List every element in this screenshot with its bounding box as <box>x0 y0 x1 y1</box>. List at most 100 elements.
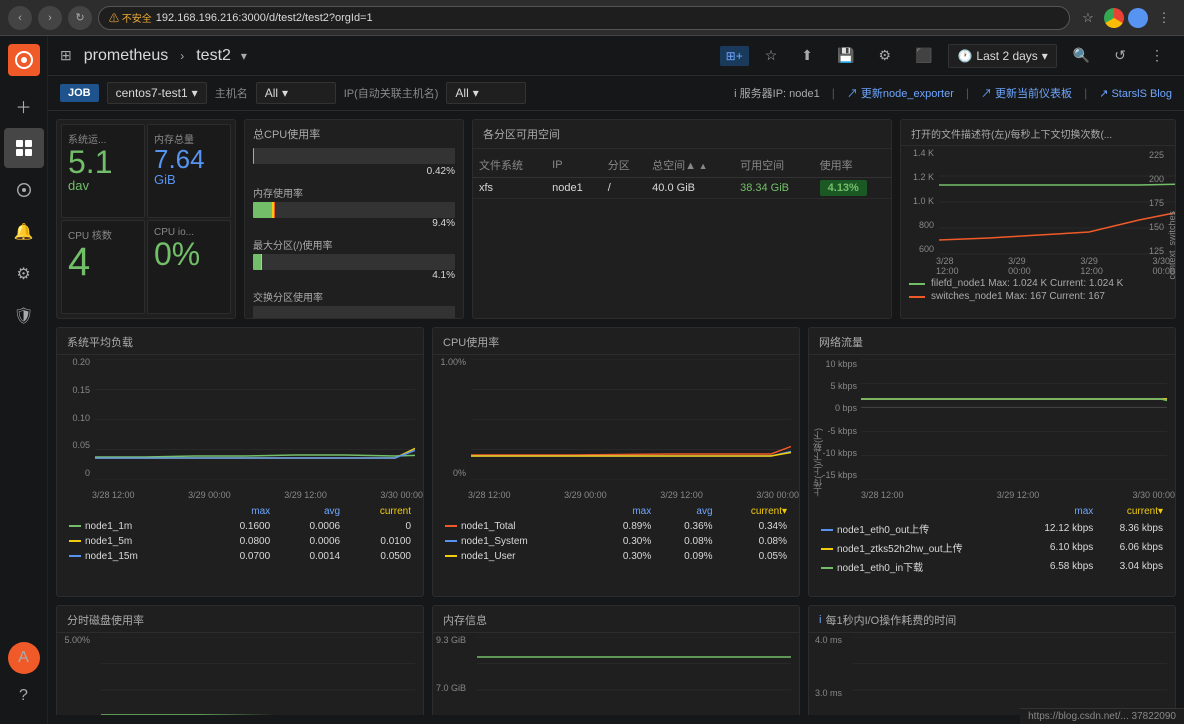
io-time-yaxis: 4.0 ms3.0 ms <box>809 633 844 715</box>
back-button[interactable]: ‹ <box>8 6 32 30</box>
tv-button[interactable]: ⬛ <box>907 43 940 68</box>
disk-usage-title: 分时磁盘使用率 <box>57 606 423 633</box>
uptime-value: 5.1 <box>68 146 138 178</box>
settings-button[interactable]: ⚙ <box>870 43 899 68</box>
sidebar-item-plus[interactable]: ＋ <box>4 86 44 126</box>
sidebar-item-help[interactable]: ? <box>4 676 44 716</box>
star-button[interactable]: ☆ <box>757 43 786 68</box>
bookmark-button[interactable]: ☆ <box>1076 6 1100 30</box>
sidebar-item-explore[interactable] <box>4 170 44 210</box>
security-warning: ⚠ 不安全 <box>109 10 152 25</box>
network-svg <box>861 359 1167 480</box>
col-total[interactable]: 总空间▲ <box>646 153 734 178</box>
hostname-select[interactable]: All ▾ <box>256 82 336 104</box>
mem-info-svg <box>477 637 791 715</box>
cpu-rate-yaxis: 1.00%0% <box>433 355 468 480</box>
avg-load-legend-table: max avg current node1_1m 0.1600 0.0006 <box>65 504 415 564</box>
chrome-icon[interactable] <box>1104 8 1124 28</box>
mem-total-stat: 内存总量 7.64 GiB <box>147 124 231 218</box>
time-dropdown: ▾ <box>1042 49 1048 63</box>
col-ip: IP <box>546 153 602 178</box>
update-exporter-link[interactable]: ↗ 更新node_exporter <box>847 85 954 101</box>
hostname-value: All <box>265 86 278 100</box>
legend-row-system: node1_System 0.30% 0.08% 0.08% <box>441 534 791 549</box>
hostname-label: 主机名 <box>215 85 248 101</box>
profile-icon[interactable] <box>1128 8 1148 28</box>
more-button[interactable]: ⋮ <box>1142 43 1172 68</box>
job-value: centos7-test1 <box>116 86 188 100</box>
legend-row-total: node1_Total 0.89% 0.36% 0.34% <box>441 519 791 534</box>
search-button[interactable]: 🔍 <box>1065 43 1098 68</box>
cpu-rate-panel: CPU使用率 1.00%0% <box>432 327 800 597</box>
cpu-rate-svg <box>471 359 791 480</box>
refresh-button-nav[interactable]: ↺ <box>1106 43 1134 68</box>
app-name: prometheus <box>84 47 169 65</box>
grid-icon: ⊞ <box>60 47 72 64</box>
dashboard-name: test2 <box>196 47 231 65</box>
avg-load-title: 系统平均负载 <box>57 328 423 355</box>
cpu-usage-panel: 总CPU使用率 0.42% 内存使用率 <box>244 119 464 319</box>
legend-row-eth0-in: node1_eth0_in下载 6.58 kbps 3.04 kbps <box>817 557 1167 576</box>
uptime-stat: 系统运... 5.1 dav <box>61 124 145 218</box>
stars-blog-link[interactable]: ↗ StarslS Blog <box>1099 87 1172 100</box>
menu-button[interactable]: ⋮ <box>1152 6 1176 30</box>
file-desc-xaxis: 3/2812:003/2900:003/2912:003/3000:00 <box>936 256 1175 276</box>
mem-info-yaxis: 9.3 GiB7.0 GiB4.7 GiB <box>433 633 468 715</box>
legend-label-2: switches_node1 Max: 167 Current: 167 <box>931 291 1105 302</box>
bar-partition-usage: 4.1% <box>253 254 455 281</box>
sidebar-item-settings[interactable]: ⚙ <box>4 254 44 294</box>
avg-load-panel: 系统平均负载 0.200.150.100.050 <box>56 327 424 597</box>
job-dropdown-icon: ▾ <box>192 86 198 100</box>
col-fs: 文件系统 <box>473 153 546 178</box>
network-xaxis: 3/28 12:003/29 12:003/30 00:00 <box>861 490 1175 500</box>
table-row: xfs node1 / 40.0 GiB 38.34 GiB 4.13% <box>473 178 891 199</box>
cpu-rate-legend: max avg current▾ node1_Total 0.89% 0.36% <box>433 500 799 568</box>
app-logo[interactable] <box>8 44 40 76</box>
io-info-icon[interactable]: i <box>819 614 821 626</box>
job-select[interactable]: centos7-test1 ▾ <box>107 82 207 104</box>
legend-row-5m: node1_5m 0.0800 0.0006 0.0100 <box>65 534 415 549</box>
fs-panel-title: 各分区可用空间 <box>473 120 891 149</box>
row2: 系统平均负载 0.200.150.100.050 <box>56 327 1176 597</box>
sidebar: ＋ 🔔 ⚙ 🛡 A ? <box>0 36 48 724</box>
bar2-value: 9.4% <box>253 218 455 229</box>
disk-usage-svg <box>101 637 415 715</box>
legend-row-eth0-out: node1_eth0_out上传 12.12 kbps 8.36 kbps <box>817 519 1167 538</box>
save-button[interactable]: 💾 <box>829 43 862 68</box>
add-panel-button[interactable]: ⊞+ <box>720 46 749 66</box>
url-bar[interactable]: ⚠ 不安全 192.168.196.216:3000/d/test2/test2… <box>98 6 1070 30</box>
sidebar-item-alert[interactable]: 🔔 <box>4 212 44 252</box>
share-button[interactable]: ⬆ <box>793 43 821 68</box>
dashboard-dropdown[interactable]: ▾ <box>241 49 247 63</box>
file-desc-panel: 打开的文件描述符(左)/每秒上下文切换次数(... 1.4 K1.2 K1.0 … <box>900 119 1176 319</box>
ip-dropdown: ▾ <box>473 86 479 100</box>
fs-ip: node1 <box>546 178 602 199</box>
mem-total-unit: GiB <box>154 172 224 187</box>
bar1-value: 0.42% <box>253 166 455 177</box>
legend-row-1m: node1_1m 0.1600 0.0006 0 <box>65 519 415 534</box>
refresh-button[interactable]: ↻ <box>68 6 92 30</box>
time-picker[interactable]: 🕐 Last 2 days ▾ <box>948 44 1056 68</box>
ip-select[interactable]: All ▾ <box>446 82 526 104</box>
network-legend-table: max current▾ node1_eth0_out上传 12.12 kbps… <box>817 504 1167 576</box>
update-dashboard-link[interactable]: ↗ 更新当前仪表板 <box>981 85 1072 101</box>
io-time-title: 每1秒内I/O操作耗费的时间 <box>825 612 956 628</box>
fs-total: 40.0 GiB <box>646 178 734 199</box>
col-usage: 使用率 <box>814 153 891 178</box>
sidebar-item-dashboard[interactable] <box>4 128 44 168</box>
file-desc-legend: filefd_node1 Max: 1.024 K Current: 1.024… <box>901 276 1175 304</box>
sidebar-item-user[interactable]: A <box>8 642 40 674</box>
cpu-usage-title: 总CPU使用率 <box>253 126 455 142</box>
sidebar-item-shield[interactable]: 🛡 <box>4 296 44 336</box>
bar4-label: 交换分区使用率 <box>253 289 455 304</box>
row3: 分时磁盘使用率 5.00% <box>56 605 1176 715</box>
forward-button[interactable]: › <box>38 6 62 30</box>
status-url: https://blog.csdn.net/... 37822090 <box>1028 711 1176 722</box>
io-time-svg <box>853 637 1167 715</box>
file-desc-title: 打开的文件描述符(左)/每秒上下文切换次数(... <box>901 120 1175 146</box>
page-content: 系统运... 5.1 dav 内存总量 7.64 GiB CPU 核数 4 <box>48 111 1184 715</box>
cpu-cores-stat: CPU 核数 4 <box>61 220 145 314</box>
filesystem-table: 文件系统 IP 分区 总空间▲ 可用空间 使用率 xfs <box>473 153 891 199</box>
legend-row-15m: node1_15m 0.0700 0.0014 0.0500 <box>65 549 415 564</box>
browser-icons: ☆ ⋮ <box>1076 6 1176 30</box>
